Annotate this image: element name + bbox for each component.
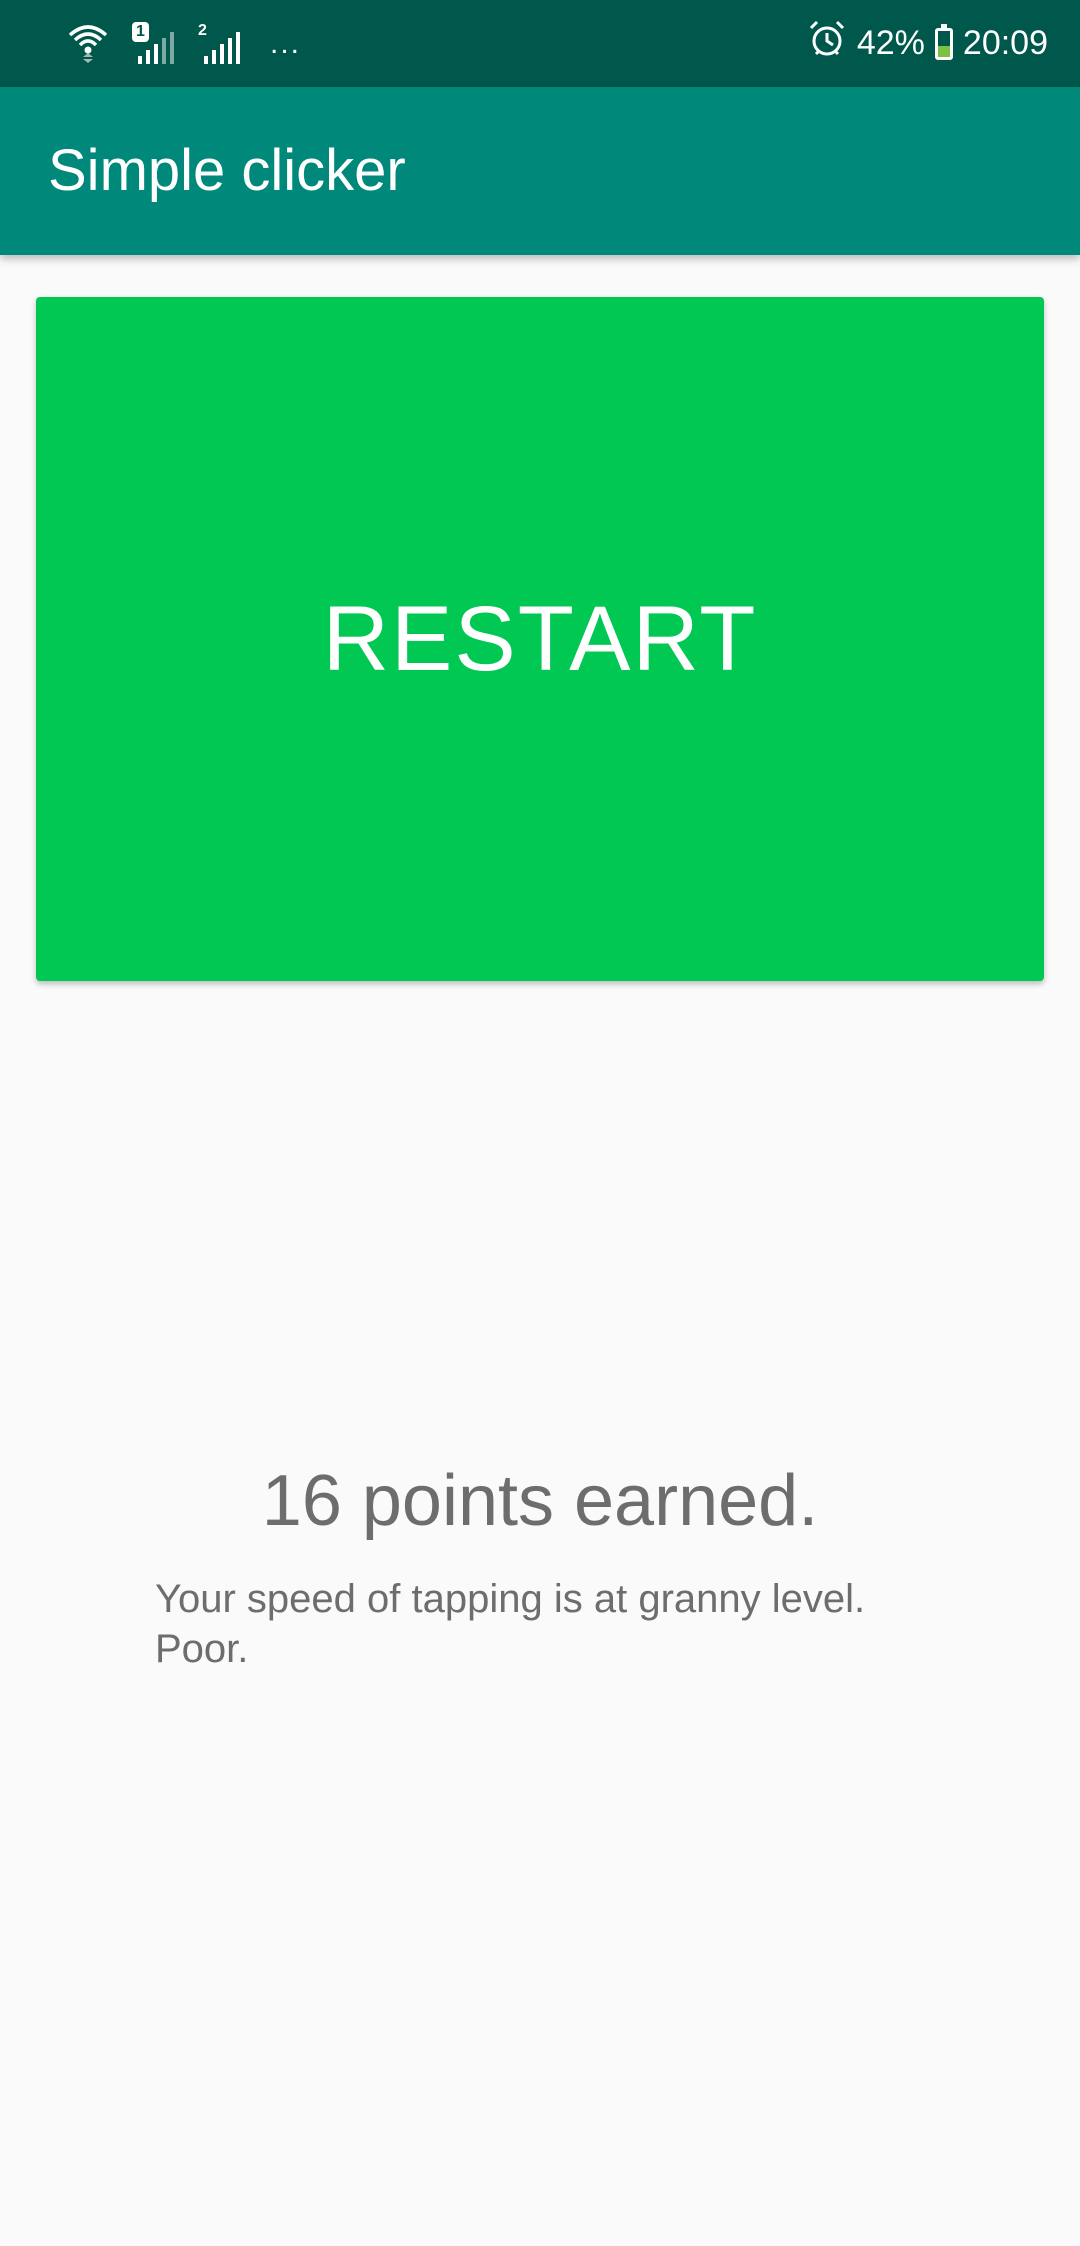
more-notifications-indicator: ... <box>270 26 302 60</box>
battery-charging-icon <box>934 23 953 60</box>
status-bar: 1 2 ... 42% 20:09 <box>0 0 1080 87</box>
sim1-label: 1 <box>132 21 149 42</box>
status-right: 42% 20:09 <box>807 0 1048 87</box>
speed-rating-message: Your speed of tapping is at granny level… <box>155 1577 866 1671</box>
restart-button[interactable]: RESTART <box>36 297 1044 981</box>
points-earned-text: 16 points earned. <box>261 1461 819 1541</box>
signal-icon: 1 <box>132 21 176 66</box>
status-left: 1 2 ... <box>66 0 301 87</box>
battery-percent: 42% <box>856 24 925 62</box>
wifi-icon <box>66 19 110 68</box>
clock: 20:09 <box>962 24 1048 62</box>
signal-icon: 2 <box>198 22 242 66</box>
battery-level <box>937 45 950 57</box>
sim2-label: 2 <box>198 21 207 39</box>
alarm-icon <box>807 19 847 68</box>
app-bar: Simple clicker <box>0 87 1080 255</box>
app-title: Simple clicker <box>48 138 406 203</box>
